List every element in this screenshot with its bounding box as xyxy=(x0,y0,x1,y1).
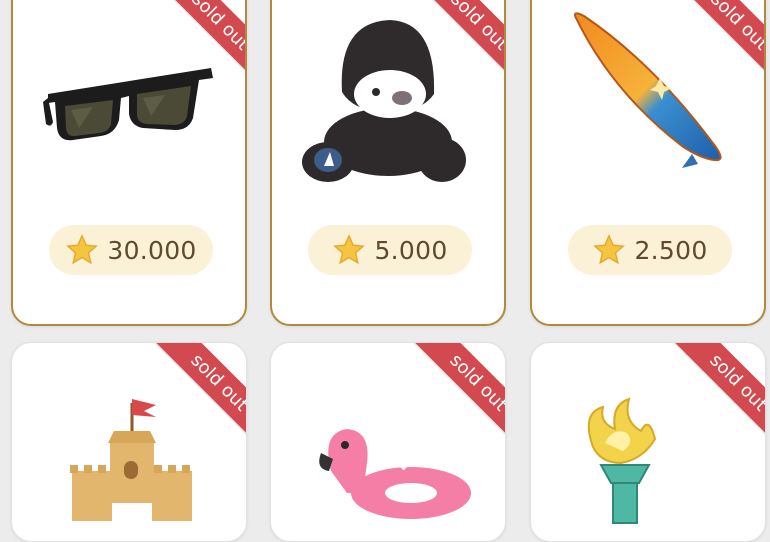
gift-card-torch[interactable]: sold out xyxy=(530,342,766,542)
star-icon xyxy=(66,234,99,265)
price-amount: 5.000 xyxy=(374,235,448,265)
hooded-plush-icon xyxy=(302,20,466,182)
surfboard-icon xyxy=(574,12,722,168)
price-amount: 2.500 xyxy=(634,235,708,265)
gift-card-flamingo-float[interactable]: sold out xyxy=(270,342,506,542)
gift-card-sandcastle[interactable]: sold out xyxy=(11,342,247,542)
price-pill: 30.000 xyxy=(49,225,213,275)
price-pill: 5.000 xyxy=(308,225,472,275)
star-icon xyxy=(593,234,626,265)
gift-card-surfboard[interactable]: sold out 2.500 xyxy=(530,0,766,326)
price-pill: 2.500 xyxy=(568,225,732,275)
sunglasses-icon xyxy=(43,68,213,141)
price-amount: 30.000 xyxy=(107,235,197,265)
gift-card-sunglasses[interactable]: sold out 30.000 xyxy=(11,0,247,326)
gift-card-hooded-plush[interactable]: sold out 5.000 xyxy=(270,0,506,326)
star-icon xyxy=(333,234,366,265)
